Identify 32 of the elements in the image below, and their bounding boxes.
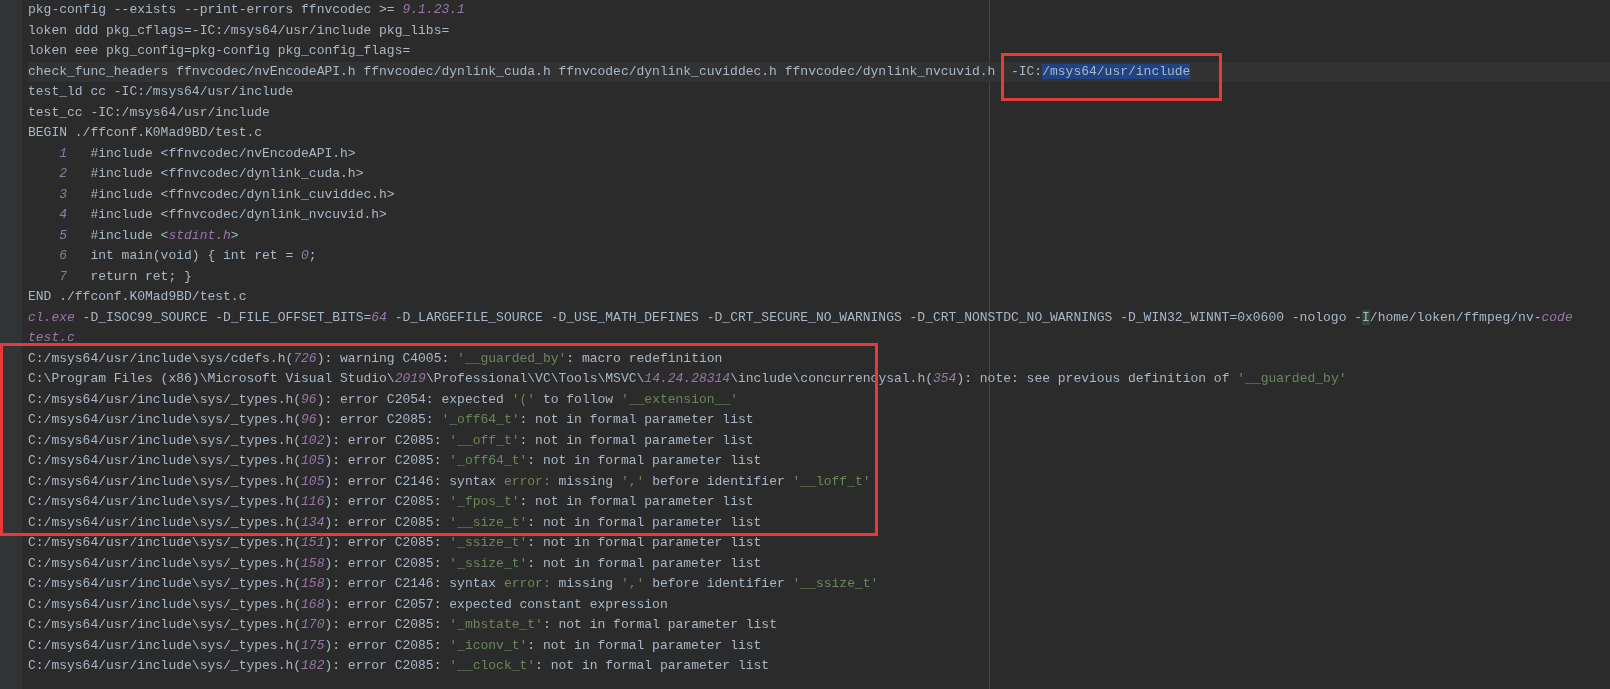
code-line: C:/msys64/usr/include\sys/_types.h(134): error C2085: '__size_t': not in formal parameter list bbox=[28, 513, 762, 532]
code-line: C:/msys64/usr/include\sys/cdefs.h(726): warning C4005: '__guarded_by': macro redefinition bbox=[28, 349, 723, 368]
code-line: C:/msys64/usr/include\sys/_types.h(116): error C2085: '_fpos_t': not in formal parameter list bbox=[28, 493, 754, 511]
code-line: C:/msys64/usr/include\sys/_types.h(158): error C2085: '_ssize_t': not in formal parameter list bbox=[28, 554, 762, 573]
code-line: 7 return ret; } bbox=[58, 267, 192, 286]
code-line: C:/msys64/usr/include\sys/_types.h(168): error C2057: expected constant expression bbox=[28, 595, 668, 614]
code-line: 2 #include <ffnvcodec/dynlink_cuda.h> bbox=[58, 165, 364, 183]
code-line: C:/msys64/usr/include\sys/_types.h(175): error C2085: '_iconv_t': not in formal parameter list bbox=[28, 636, 762, 655]
code-line: C:/msys64/usr/include\sys/_types.h(96): error C2085: '_off64_t': not in formal parameter list bbox=[28, 411, 754, 429]
code-line: C:/msys64/usr/include\sys/_types.h(105): error C2085: '_off64_t': not in formal parameter list bbox=[28, 452, 762, 470]
code-line: C:/msys64/usr/include\sys/_types.h(151): error C2085: '_ssize_t': not in formal parameter list bbox=[28, 534, 762, 552]
code-line: C:/msys64/usr/include\sys/_types.h(105): error C2146: syntax error: missing ',' before identifier '__loff_t' bbox=[28, 472, 871, 491]
code-line: C:/msys64/usr/include\sys/_types.h(170): error C2085: '_mbstate_t': not in formal parameter list bbox=[28, 616, 777, 634]
code-line: 6 int main(void) { int ret = 0; bbox=[58, 247, 317, 265]
code-line: check_func_headers ffnvcodec/nvEncodeAPI.h ffnvcodec/dynlink_cuda.h ffnvcodec/dynlink_cuviddec.h ffnvcodec/dynlink_nvcuvid.h -IC:/msys64/usr/include bbox=[28, 62, 1191, 81]
code-line: test_ld cc -IC:/msys64/usr/include bbox=[28, 83, 294, 101]
code-line: BEGIN ./ffconf.K0Mad9BD/test.c bbox=[28, 124, 263, 142]
code-line: 5 #include <stdint.h> bbox=[58, 226, 239, 245]
code-line: cl.exe -D_ISOC99_SOURCE -D_FILE_OFFSET_BITS=64 -D_LARGEFILE_SOURCE -D_USE_MATH_DEFINES -D_CRT_SECURE_NO_WARNINGS -D_CRT_NONSTDC_NO_WARNINGS -D_WIN32_WINNT=0x0600 -nologo -I/home/loken/ffmpeg/nv-code bbox=[28, 308, 1573, 327]
code-line: loken eee pkg_config=pkg-config pkg_config_flags= bbox=[28, 42, 411, 60]
code-line: C:/msys64/usr/include\sys/_types.h(96): error C2054: expected '(' to follow '__extension__' bbox=[28, 390, 738, 409]
code-line: loken ddd pkg_cflags=-IC:/msys64/usr/include pkg_libs= bbox=[28, 21, 450, 40]
code-line: pkg-config --exists --print-errors ffnvcodec >= 9.1.23.1 bbox=[28, 1, 465, 19]
code-line: C:/msys64/usr/include\sys/_types.h(102): error C2085: '__off_t': not in formal parameter list bbox=[28, 431, 754, 450]
code-line: test_cc -IC:/msys64/usr/include bbox=[28, 103, 270, 122]
code-line: C:/msys64/usr/include\sys/_types.h(158): error C2146: syntax error: missing ',' before identifier '__ssize_t' bbox=[28, 575, 879, 593]
code-line: C:/msys64/usr/include\sys/_types.h(182): error C2085: '__clock_t': not in formal parameter list bbox=[28, 657, 770, 675]
code-line: test.c bbox=[28, 329, 75, 347]
code-line: 1 #include <ffnvcodec/nvEncodeAPI.h> bbox=[58, 144, 356, 163]
code-line: 4 #include <ffnvcodec/dynlink_nvcuvid.h> bbox=[58, 206, 387, 224]
code-line: END ./ffconf.K0Mad9BD/test.c bbox=[28, 288, 247, 306]
code-line: 3 #include <ffnvcodec/dynlink_cuviddec.h> bbox=[58, 185, 395, 204]
